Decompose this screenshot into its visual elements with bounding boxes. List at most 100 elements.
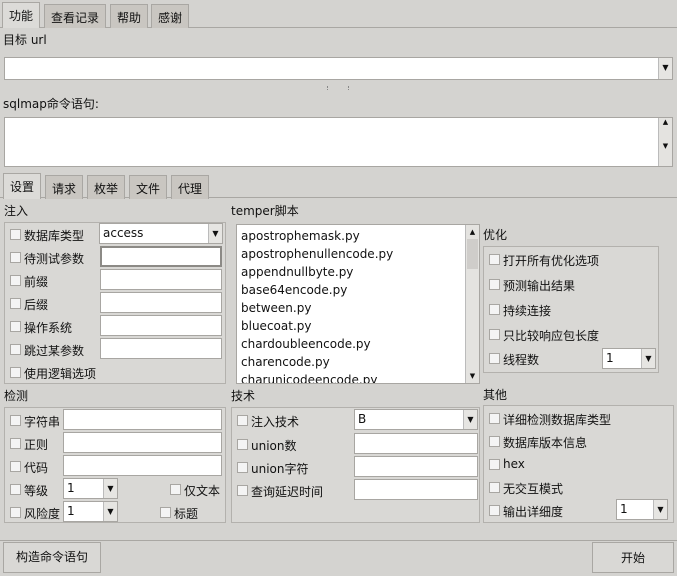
tech-checkbox[interactable] [237,415,248,426]
target-url-input[interactable]: ▼ [4,57,673,80]
regex-label: 正则 [24,438,49,452]
suffix-checkbox[interactable] [10,298,21,309]
null-conn-checkbox[interactable] [489,329,500,340]
threads-select[interactable]: 1 ▼ [602,348,656,369]
level-select[interactable]: 1 ▼ [63,478,118,499]
temper-list[interactable]: apostrophemask.py apostrophenullencode.p… [236,224,480,384]
os-label: 操作系统 [24,321,73,335]
prefix-checkbox[interactable] [10,275,21,286]
code-input[interactable] [63,455,222,476]
os-checkbox[interactable] [10,321,21,332]
union-char-input[interactable] [354,456,478,477]
temper-item[interactable]: base64encode.py [241,281,475,299]
db-type-label: 数据库类型 [24,229,85,243]
regex-input[interactable] [63,432,222,453]
titles-checkbox[interactable] [160,507,171,518]
tab-thanks[interactable]: 感谢 [151,4,190,28]
fingerprint-checkbox[interactable] [489,413,500,424]
technique-title: 技术 [231,389,256,403]
prefix-label: 前缀 [24,275,49,289]
string-checkbox[interactable] [10,415,21,426]
skip-checkbox[interactable] [10,344,21,355]
chevron-down-icon[interactable]: ▼ [653,500,667,519]
start-button[interactable]: 开始 [592,542,674,573]
tech-label: 注入技术 [251,415,300,429]
predict-checkbox[interactable] [489,279,500,290]
hex-checkbox[interactable] [489,459,500,470]
titles-label: 标题 [174,507,199,521]
chevron-down-icon[interactable]: ▼ [208,224,222,243]
risk-checkbox[interactable] [10,507,21,518]
string-input[interactable] [63,409,222,430]
text-only-checkbox[interactable] [170,484,181,495]
param-label: 待测试参数 [24,252,85,266]
param-input[interactable] [100,246,222,267]
other-title: 其他 [483,388,508,402]
level-checkbox[interactable] [10,484,21,495]
threads-checkbox[interactable] [489,353,500,364]
injection-title: 注入 [4,204,29,218]
chevron-down-icon[interactable]: ▼ [103,502,117,521]
tab-settings[interactable]: 设置 [3,173,42,199]
suffix-label: 后缀 [24,298,49,312]
keepalive-checkbox[interactable] [489,304,500,315]
build-command-button[interactable]: 构造命令语句 [3,542,101,573]
union-cols-input[interactable] [354,433,478,454]
union-cols-checkbox[interactable] [237,439,248,450]
time-sec-checkbox[interactable] [237,485,248,496]
prefix-input[interactable] [100,269,222,290]
verbose-checkbox[interactable] [489,505,500,516]
tab-history[interactable]: 查看记录 [44,4,107,28]
tech-select[interactable]: B ▼ [354,409,478,430]
temper-item[interactable]: charunicodeencode.py [241,371,475,383]
temper-title: temper脚本 [231,204,299,218]
risk-label: 风险度 [24,507,61,521]
chevron-down-icon[interactable]: ▼ [658,58,672,79]
tab-request[interactable]: 请求 [45,175,84,199]
bottom-bar [0,540,677,541]
temper-item[interactable]: appendnullbyte.py [241,263,475,281]
tab-function[interactable]: 功能 [2,2,41,28]
predict-label: 预测输出结果 [503,279,576,293]
time-sec-input[interactable] [354,479,478,500]
keepalive-label: 持续连接 [503,304,552,318]
opt-all-label: 打开所有优化选项 [503,254,600,268]
temper-item[interactable]: charencode.py [241,353,475,371]
temper-item[interactable]: bluecoat.py [241,317,475,335]
temper-item[interactable]: apostrophemask.py [241,227,475,245]
splitter-handle[interactable] [327,86,349,90]
temper-item[interactable]: chardoubleencode.py [241,335,475,353]
banner-checkbox[interactable] [489,436,500,447]
tab-proxy[interactable]: 代理 [171,175,210,199]
union-char-checkbox[interactable] [237,462,248,473]
logic-checkbox[interactable] [10,367,21,378]
skip-input[interactable] [100,338,222,359]
temper-item[interactable]: between.py [241,299,475,317]
sqlmap-cmd-textarea[interactable]: ▲ ▼ [4,117,673,167]
db-type-checkbox[interactable] [10,229,21,240]
db-type-select[interactable]: access ▼ [99,223,223,244]
opt-all-checkbox[interactable] [489,254,500,265]
verbose-label: 输出详细度 [503,505,564,519]
temper-item[interactable]: apostrophenullencode.py [241,245,475,263]
os-input[interactable] [100,315,222,336]
temper-scrollbar[interactable]: ▲ ▼ [465,225,479,383]
batch-checkbox[interactable] [489,482,500,493]
chevron-down-icon[interactable]: ▼ [103,479,117,498]
tab-help[interactable]: 帮助 [110,4,149,28]
chevron-down-icon[interactable]: ▼ [463,410,477,429]
regex-checkbox[interactable] [10,438,21,449]
tab-file[interactable]: 文件 [129,175,168,199]
risk-select[interactable]: 1 ▼ [63,501,118,522]
chevron-down-icon[interactable]: ▼ [641,349,655,368]
code-checkbox[interactable] [10,461,21,472]
verbose-value: 1 [620,502,628,516]
text-only-label: 仅文本 [184,484,221,498]
param-checkbox[interactable] [10,252,21,263]
verbose-select[interactable]: 1 ▼ [616,499,668,520]
hex-label: hex [503,457,525,471]
level-label: 等级 [24,484,49,498]
tab-enumerate[interactable]: 枚举 [87,175,126,199]
cmd-scrollbar[interactable]: ▲ ▼ [658,118,672,166]
suffix-input[interactable] [100,292,222,313]
